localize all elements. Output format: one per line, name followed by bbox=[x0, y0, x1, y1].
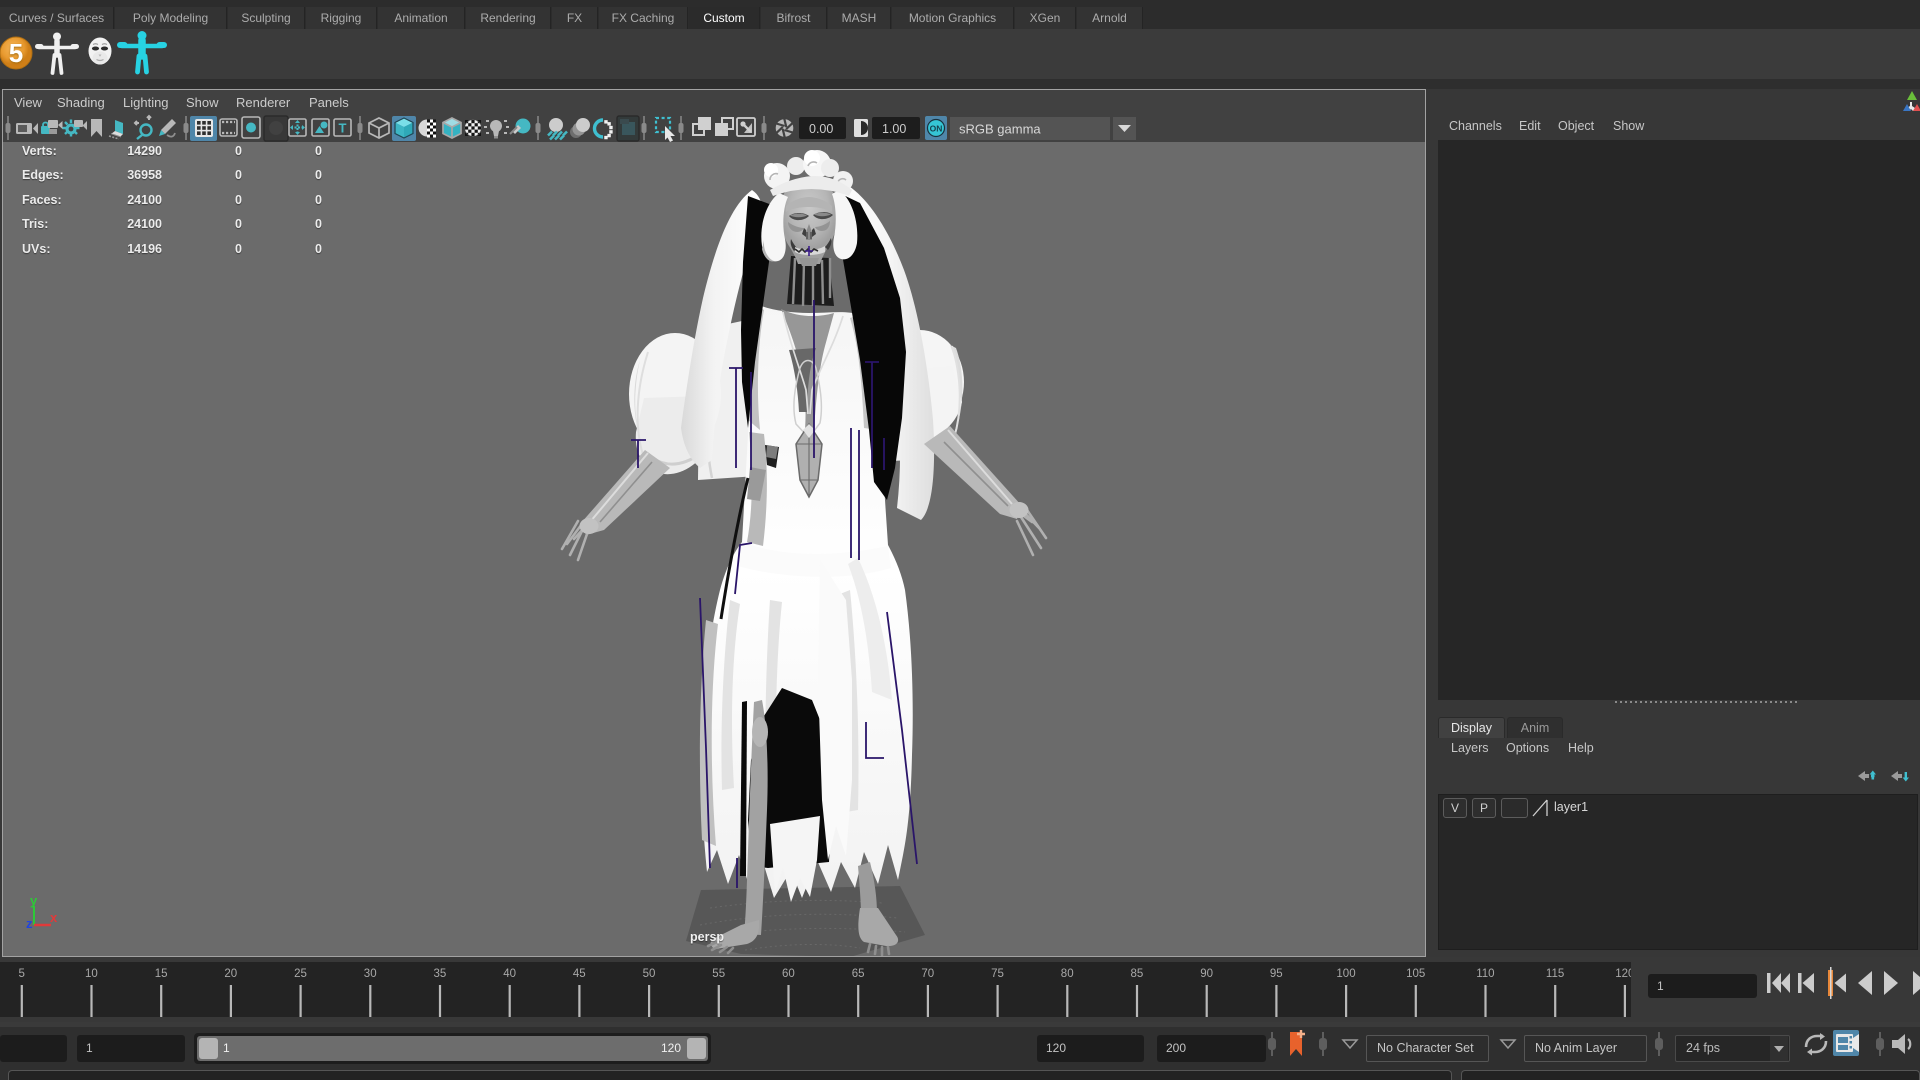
svg-text:100: 100 bbox=[1336, 968, 1355, 980]
svg-text:75: 75 bbox=[991, 968, 1004, 980]
svg-text:15: 15 bbox=[155, 968, 168, 980]
svg-text:120: 120 bbox=[1615, 968, 1631, 980]
svg-text:T: T bbox=[339, 121, 347, 136]
svg-text:10: 10 bbox=[85, 968, 98, 980]
svg-text:30: 30 bbox=[364, 968, 377, 980]
svg-text:ON: ON bbox=[930, 124, 943, 134]
svg-text:0.00: 0.00 bbox=[809, 122, 833, 136]
svg-text:115: 115 bbox=[1546, 968, 1564, 980]
svg-text:25: 25 bbox=[294, 968, 307, 980]
svg-text:80: 80 bbox=[1061, 968, 1074, 980]
svg-text:1.00: 1.00 bbox=[882, 122, 906, 136]
svg-text:50: 50 bbox=[643, 968, 656, 980]
svg-text:45: 45 bbox=[573, 968, 586, 980]
svg-text:55: 55 bbox=[712, 968, 725, 980]
svg-text:y: y bbox=[30, 893, 38, 908]
svg-text:20: 20 bbox=[224, 968, 237, 980]
svg-text:95: 95 bbox=[1270, 968, 1283, 980]
svg-text:60: 60 bbox=[782, 968, 795, 980]
svg-text:x: x bbox=[50, 910, 58, 925]
svg-text:40: 40 bbox=[503, 968, 516, 980]
svg-text:70: 70 bbox=[921, 968, 934, 980]
svg-text:65: 65 bbox=[852, 968, 865, 980]
svg-text:z: z bbox=[26, 916, 33, 931]
svg-text:110: 110 bbox=[1476, 968, 1494, 980]
svg-text:105: 105 bbox=[1406, 968, 1425, 980]
svg-text:5: 5 bbox=[9, 38, 23, 68]
svg-text:35: 35 bbox=[434, 968, 447, 980]
svg-text:85: 85 bbox=[1131, 968, 1144, 980]
svg-text:sRGB gamma: sRGB gamma bbox=[959, 122, 1041, 137]
svg-text:90: 90 bbox=[1200, 968, 1213, 980]
svg-text:5: 5 bbox=[18, 968, 24, 980]
